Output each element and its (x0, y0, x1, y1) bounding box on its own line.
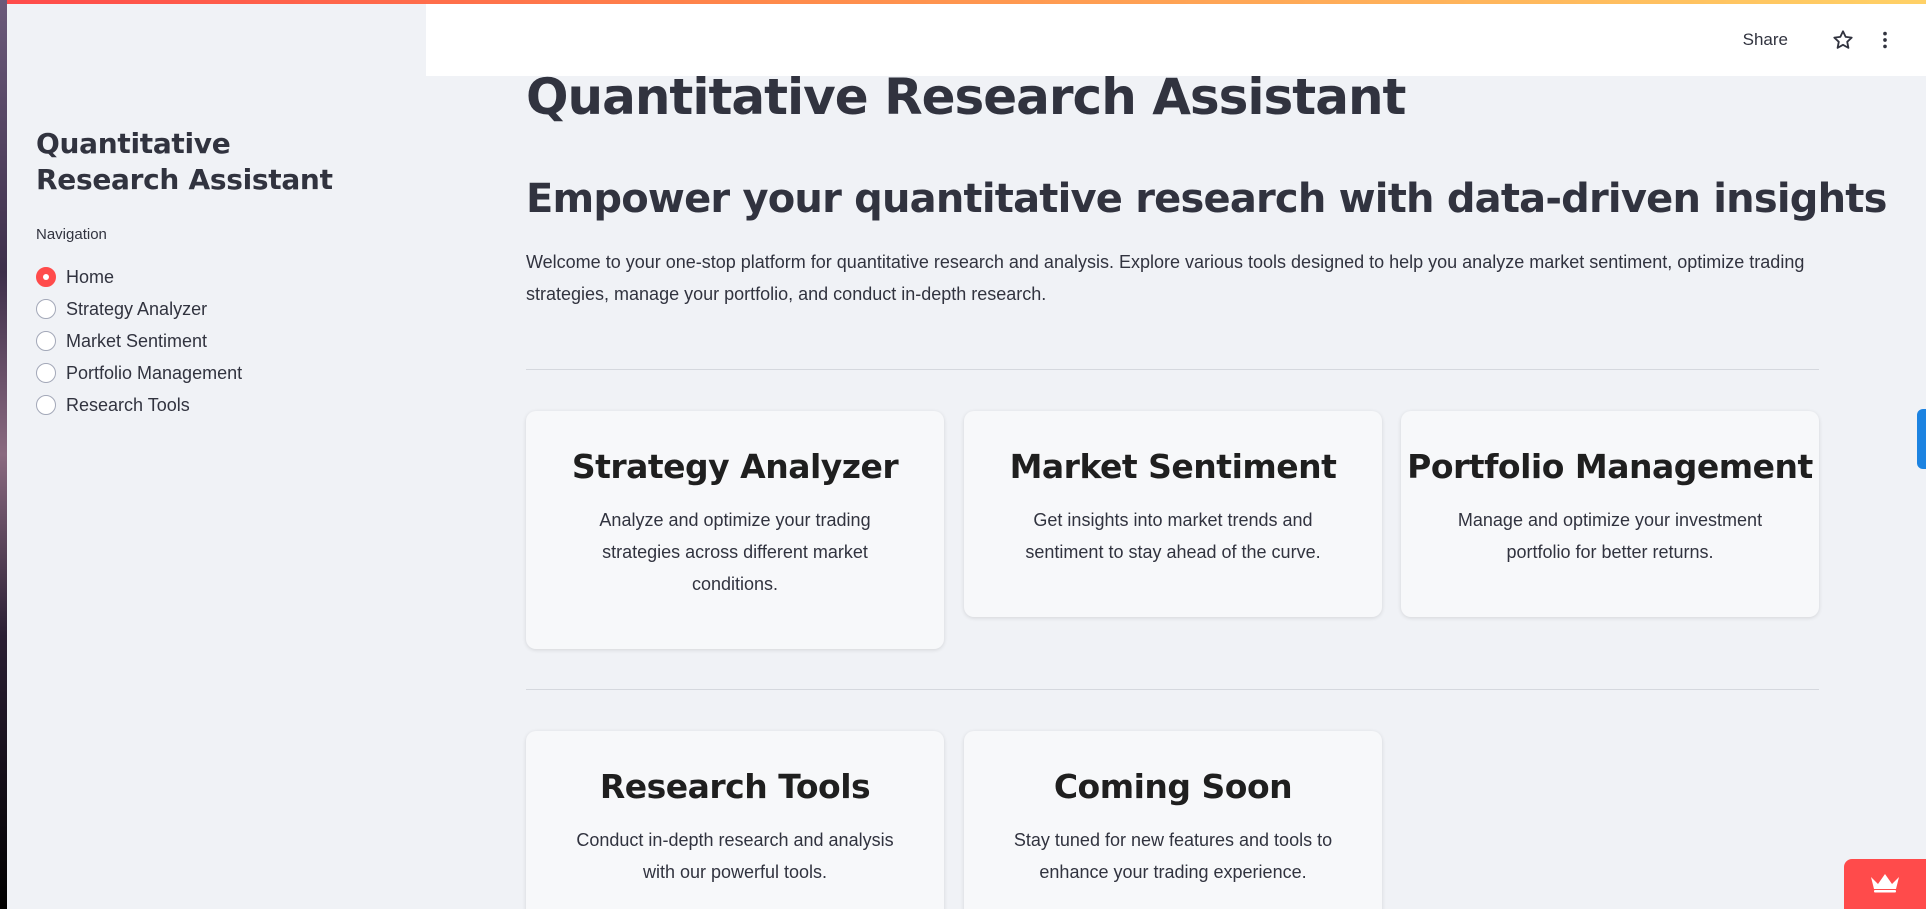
card-description: Conduct in-depth research and analysis w… (576, 830, 894, 882)
card-title: Market Sentiment (1009, 447, 1337, 486)
divider (526, 689, 1819, 690)
card-title: Coming Soon (1053, 767, 1293, 806)
kebab-menu-icon[interactable] (1874, 29, 1896, 51)
top-decoration-bar (7, 0, 1926, 4)
share-button[interactable]: Share (1743, 30, 1788, 50)
desktop-edge (0, 0, 7, 909)
intro-paragraph: Welcome to your one-stop platform for qu… (526, 252, 1805, 304)
card-description: Get insights into market trends and sent… (1025, 510, 1321, 562)
nav-item-label: Strategy Analyzer (66, 298, 208, 319)
streamlit-crown-button[interactable] (1844, 859, 1926, 909)
page-subtitle: Empower your quantitative research with … (526, 176, 1887, 222)
divider (526, 369, 1819, 370)
nav-item-label: Market Sentiment (66, 330, 208, 351)
star-icon[interactable] (1832, 29, 1854, 51)
sidebar-title: Quantitative Research Assistant (36, 127, 333, 196)
card-title: Strategy Analyzer (571, 447, 899, 486)
sidebar: Quantitative Research Assistant Navigati… (7, 4, 426, 909)
navigation-caption: Navigation (36, 226, 107, 243)
card-title: Portfolio Management (1407, 447, 1813, 486)
radio-unselected[interactable] (36, 395, 56, 415)
radio-unselected[interactable] (36, 299, 56, 319)
radio-selected[interactable] (36, 267, 56, 287)
feature-card-portfolio-management[interactable]: Portfolio Management Manage and optimize… (1401, 411, 1819, 617)
feature-card-market-sentiment[interactable]: Market Sentiment Get insights into marke… (964, 411, 1382, 617)
nav-item-home[interactable]: Home (36, 261, 242, 293)
crown-icon (1869, 871, 1901, 898)
radio-unselected[interactable] (36, 331, 56, 351)
navigation-radio-group: Home Strategy Analyzer Market Sentiment … (36, 261, 242, 421)
card-description: Stay tuned for new features and tools to… (1013, 830, 1333, 882)
feature-card-research-tools[interactable]: Research Tools Conduct in-depth research… (526, 731, 944, 909)
feature-card-coming-soon[interactable]: Coming Soon Stay tuned for new features … (964, 731, 1382, 909)
nav-item-research-tools[interactable]: Research Tools (36, 389, 242, 421)
nav-item-label: Home (66, 266, 115, 287)
nav-item-label: Portfolio Management (66, 362, 243, 383)
card-description: Manage and optimize your investment port… (1457, 510, 1763, 562)
nav-item-portfolio-management[interactable]: Portfolio Management (36, 357, 242, 389)
card-description: Analyze and optimize your trading strate… (599, 510, 871, 594)
side-panel-tab[interactable] (1917, 409, 1926, 469)
nav-item-strategy-analyzer[interactable]: Strategy Analyzer (36, 293, 242, 325)
page-title: Quantitative Research Assistant (526, 68, 1406, 126)
nav-item-market-sentiment[interactable]: Market Sentiment (36, 325, 242, 357)
radio-unselected[interactable] (36, 363, 56, 383)
card-title: Research Tools (599, 767, 871, 806)
nav-item-label: Research Tools (66, 394, 190, 415)
app-header: Share (426, 4, 1926, 76)
feature-card-strategy-analyzer[interactable]: Strategy Analyzer Analyze and optimize y… (526, 411, 944, 649)
